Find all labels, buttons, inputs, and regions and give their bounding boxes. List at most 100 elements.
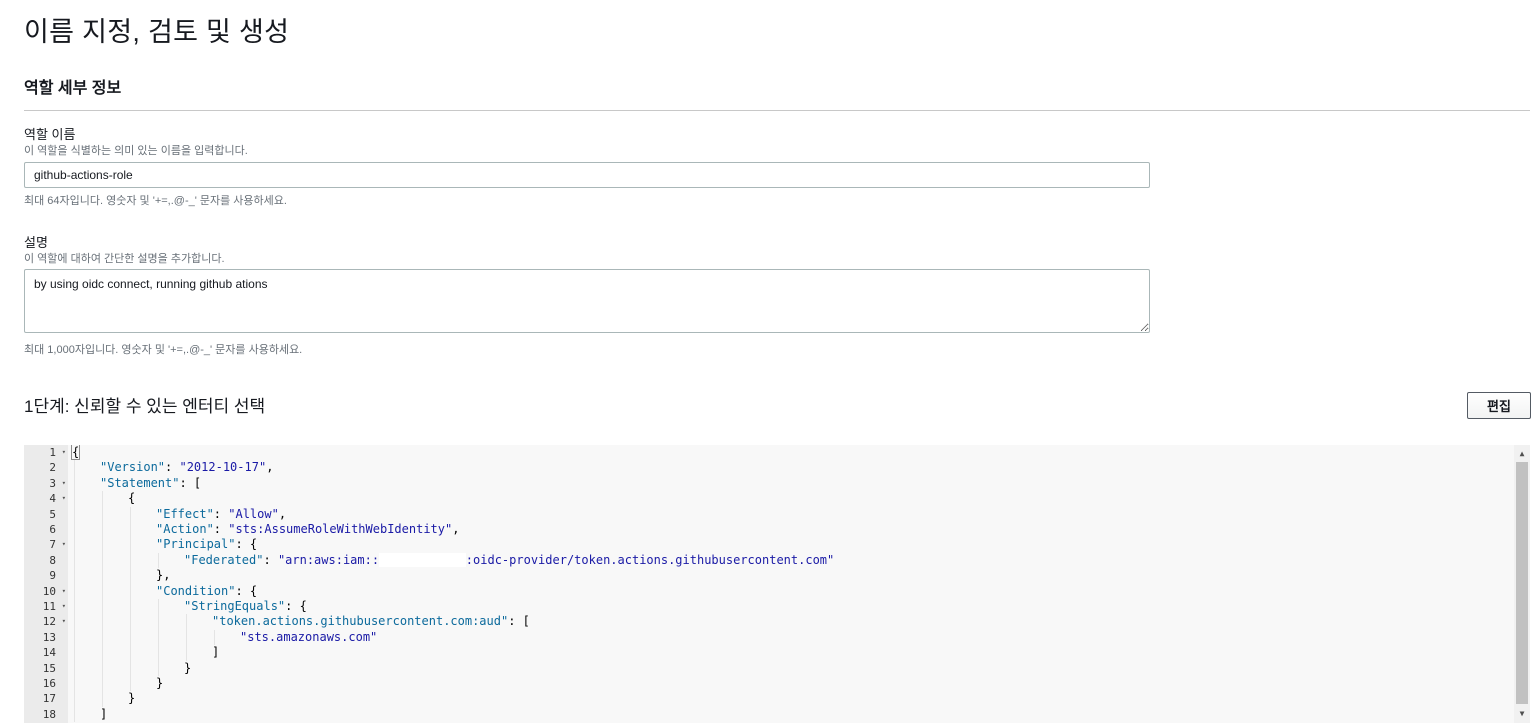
line-number: 14 <box>24 645 68 660</box>
json-punctuation: : { <box>235 537 258 552</box>
json-punctuation: : <box>263 552 278 567</box>
indent-guide <box>130 506 131 692</box>
fold-toggle-icon[interactable]: ▾ <box>62 599 66 614</box>
line-number-text: 12 <box>42 615 56 629</box>
json-key: "Federated" <box>184 552 264 567</box>
code-line: "Principal": { <box>156 537 257 552</box>
indent-guide <box>102 491 103 707</box>
line-number: 18 <box>24 707 68 722</box>
indent-guide <box>186 614 187 661</box>
indent-guide <box>158 552 159 569</box>
line-number: 8 <box>24 553 68 568</box>
description-textarea[interactable] <box>24 269 1150 333</box>
indent-guide <box>214 629 215 646</box>
json-punctuation: : { <box>235 583 258 598</box>
code-line: "Effect": "Allow", <box>156 507 286 522</box>
line-number-text: 6 <box>49 523 56 536</box>
line-number: 3 ▾ <box>24 476 68 491</box>
json-punctuation: } <box>156 676 164 690</box>
line-number: 9 <box>24 568 68 583</box>
json-punctuation: ] <box>100 706 108 721</box>
indent-guide <box>158 599 159 676</box>
scroll-down-icon[interactable]: ▼ <box>1514 707 1530 721</box>
line-number-text: 14 <box>42 646 56 660</box>
line-number: 13 <box>24 630 68 645</box>
line-number: 1 ▾ <box>24 445 68 460</box>
json-string: "arn:aws:iam:: <box>277 552 380 567</box>
line-number: 5 <box>24 507 68 522</box>
code-line: } <box>184 661 191 676</box>
editor-scrollbar[interactable]: ▲ ▼ <box>1514 445 1530 723</box>
line-number: 4 ▾ <box>24 491 68 506</box>
json-key: "Version" <box>100 460 166 475</box>
scroll-thumb[interactable] <box>1516 462 1528 704</box>
line-number-text: 13 <box>42 630 56 644</box>
redacted-account-id <box>379 552 466 567</box>
scroll-up-icon[interactable]: ▲ <box>1514 447 1530 461</box>
line-number-text: 1 <box>49 446 56 459</box>
line-number-text: 5 <box>49 507 56 521</box>
role-name-description: 이 역할을 식별하는 의미 있는 이름을 입력합니다. <box>24 145 248 157</box>
json-punctuation: , <box>452 522 460 536</box>
json-punctuation: } <box>184 660 192 675</box>
json-punctuation: { <box>70 445 81 460</box>
description-hint: 최대 1,000자입니다. 영숫자 및 '+=,.@-_' 문자를 사용하세요. <box>24 344 303 356</box>
page-title: 이름 지정, 검토 및 생성 <box>24 17 290 47</box>
role-details-section-title: 역할 세부 정보 <box>24 80 122 97</box>
json-punctuation: : <box>213 506 229 521</box>
line-number-text: 8 <box>49 553 56 567</box>
fold-toggle-icon[interactable]: ▾ <box>62 491 66 506</box>
role-name-input[interactable] <box>24 162 1150 188</box>
fold-toggle-icon[interactable]: ▾ <box>62 445 66 460</box>
role-name-hint: 최대 64자입니다. 영숫자 및 '+=,.@-_' 문자를 사용하세요. <box>24 195 287 207</box>
code-line: { <box>128 491 135 506</box>
line-number: 10 ▾ <box>24 584 68 599</box>
json-punctuation: : <box>213 522 229 536</box>
json-string: "sts:AssumeRoleWithWebIdentity" <box>228 522 453 536</box>
line-number: 6 <box>24 522 68 537</box>
code-line: ] <box>212 645 219 660</box>
line-number-text: 17 <box>42 692 56 706</box>
code-line: "Federated": "arn:aws:iam:: :oidc-provid… <box>184 552 834 568</box>
code-line: "Condition": { <box>156 584 257 599</box>
code-line: }, <box>156 568 170 583</box>
line-number-text: 18 <box>42 707 56 721</box>
json-key: "Effect" <box>156 506 214 521</box>
description-description: 이 역할에 대하여 간단한 설명을 추가합니다. <box>24 253 225 265</box>
editor-code-area[interactable]: {"Version": "2012-10-17", "Statement": [{… <box>70 445 1514 723</box>
json-key: "StringEquals" <box>184 599 286 613</box>
line-number-text: 4 <box>49 492 56 506</box>
json-key: "Principal" <box>156 537 236 552</box>
fold-toggle-icon[interactable]: ▾ <box>62 537 66 552</box>
line-number-text: 11 <box>42 600 56 613</box>
json-key: "Action" <box>156 522 214 536</box>
json-punctuation: { <box>128 491 136 506</box>
json-key: "Statement" <box>100 475 180 490</box>
code-line: ] <box>100 707 107 722</box>
json-punctuation: : { <box>285 599 307 613</box>
json-punctuation: }, <box>156 568 171 583</box>
json-punctuation: ] <box>212 645 220 660</box>
code-line: "sts.amazonaws.com" <box>240 630 377 645</box>
line-number-text: 9 <box>49 569 56 583</box>
code-line: "Action": "sts:AssumeRoleWithWebIdentity… <box>156 522 459 537</box>
editor-gutter: 1 ▾ 2 3 ▾ 4 ▾ 5 6 7 ▾ 8 9 10 ▾ 11 ▾ 12 ▾ 13 14 15 16 17 18 <box>24 445 68 723</box>
line-number: 11 ▾ <box>24 599 68 614</box>
fold-toggle-icon[interactable]: ▾ <box>62 476 66 491</box>
json-punctuation: , <box>278 506 287 521</box>
trust-policy-editor[interactable]: 1 ▾ 2 3 ▾ 4 ▾ 5 6 7 ▾ 8 9 10 ▾ 11 ▾ 12 ▾ 13 14 15 16 17 18 {"Ver… <box>24 445 1530 723</box>
line-number: 15 <box>24 661 68 676</box>
code-line: "Statement": [ <box>100 476 201 491</box>
code-line: "Version": "2012-10-17", <box>100 460 273 475</box>
code-line: "StringEquals": { <box>184 599 307 614</box>
json-punctuation: : [ <box>179 475 202 490</box>
line-number: 12 ▾ <box>24 614 68 629</box>
line-number-text: 3 <box>49 476 56 490</box>
line-number: 17 <box>24 691 68 706</box>
line-number-text: 2 <box>49 461 56 475</box>
fold-toggle-icon[interactable]: ▾ <box>62 614 66 629</box>
edit-button[interactable]: 편집 <box>1467 392 1531 419</box>
line-number: 2 <box>24 460 68 475</box>
fold-toggle-icon[interactable]: ▾ <box>62 584 66 599</box>
code-line: "token.actions.githubusercontent.com:aud… <box>212 614 530 629</box>
